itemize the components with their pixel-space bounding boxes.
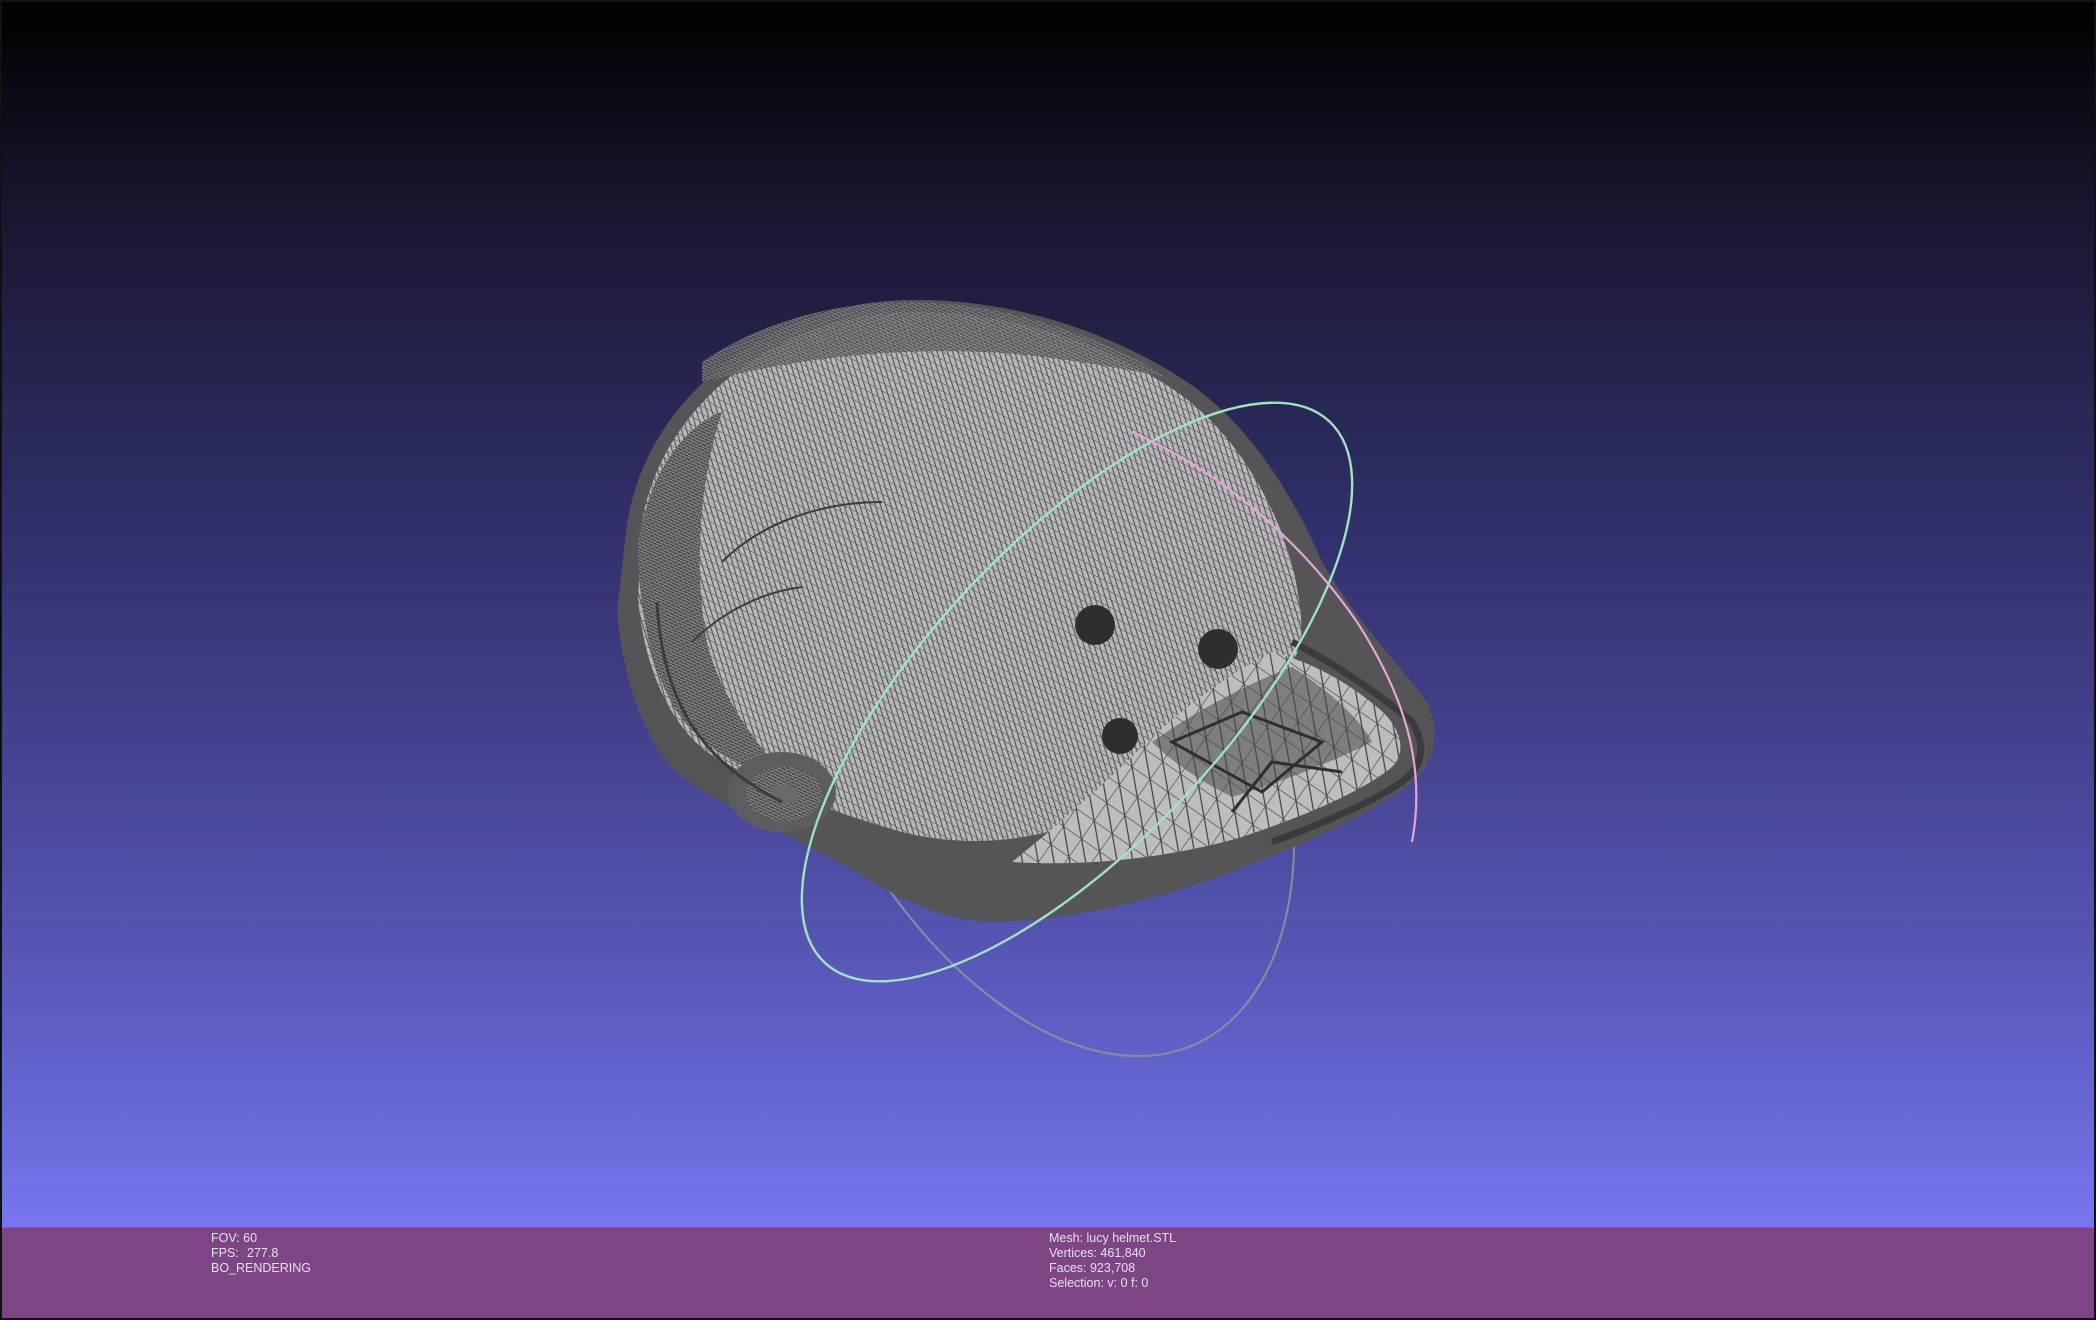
3d-viewport[interactable]: FOV: 60 FPS: 277.8 BO_RENDERING Mesh: luc… (0, 0, 2096, 1320)
mesh-name: Mesh: lucy helmet.STL (1049, 1231, 1177, 1245)
fov-readout: FOV: 60 (211, 1231, 258, 1245)
fps-readout: FPS: 277.8 (211, 1246, 311, 1261)
fps-label: FPS: (211, 1246, 239, 1260)
view-info: FOV: 60 FPS: 277.8 BO_RENDERING (211, 1231, 311, 1276)
vertex-count: Vertices: 461,840 (1049, 1246, 1146, 1260)
render-mode-readout: BO_RENDERING (211, 1261, 312, 1275)
mesh-info: Mesh: lucy helmet.STL Vertices: 461,840 … (1049, 1231, 1176, 1291)
fps-value: 277.8 (247, 1246, 279, 1260)
helmet-mesh[interactable] (617, 299, 1435, 923)
status-info-bar: FOV: 60 FPS: 277.8 BO_RENDERING Mesh: luc… (2, 1227, 2094, 1318)
face-count: Faces: 923,708 (1049, 1261, 1136, 1275)
selection-count: Selection: v: 0 f: 0 (1049, 1276, 1149, 1290)
mesh-scene[interactable] (2, 2, 2096, 1320)
